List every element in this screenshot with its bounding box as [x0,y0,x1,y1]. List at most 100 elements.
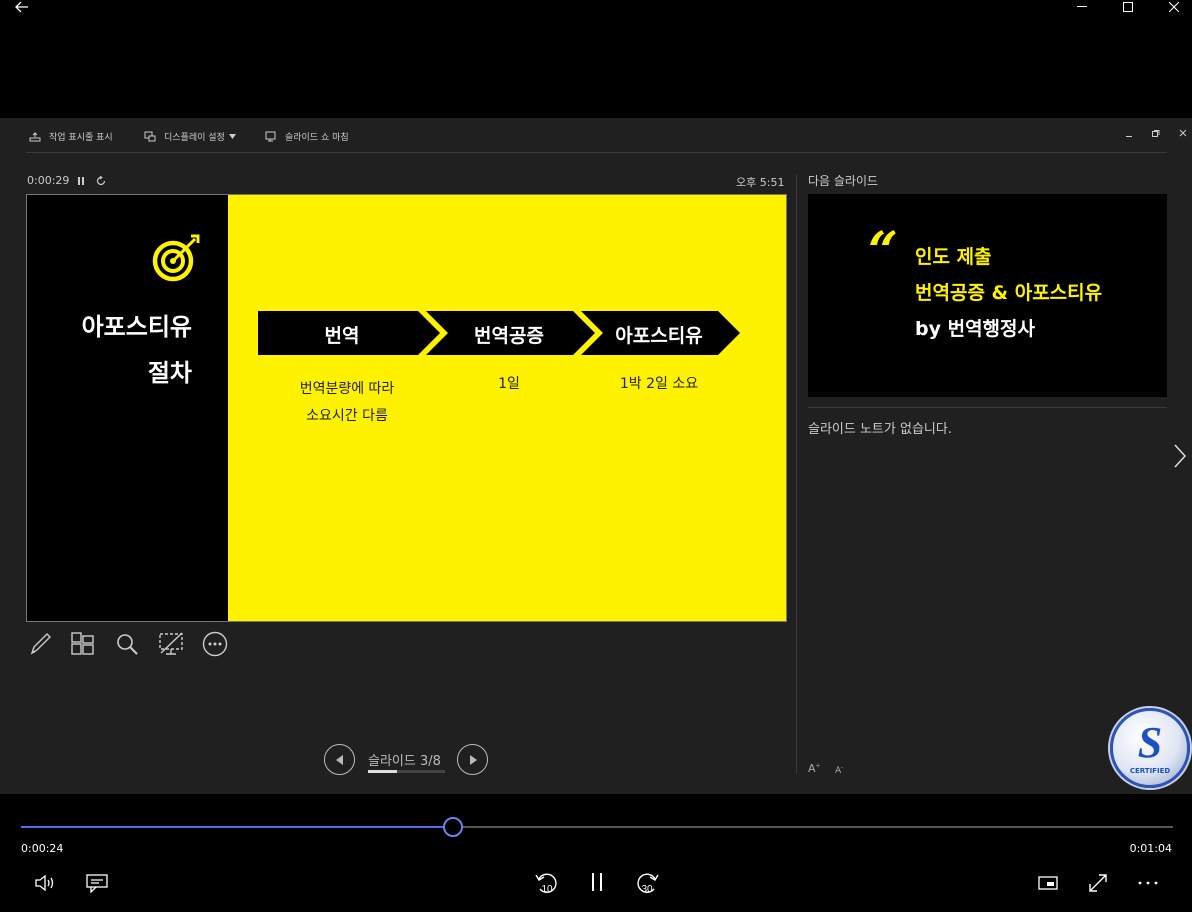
pause-icon [592,873,602,891]
notes-text: 슬라이드 노트가 없습니다. [808,422,952,437]
maximize-button[interactable] [1105,0,1151,14]
presenter-restore-button[interactable] [1152,122,1164,137]
skip-back-seconds: 10 [541,884,553,895]
overlay-next-button[interactable] [1170,440,1190,472]
slide-title-line2: 절차 [147,359,192,387]
triangle-left-icon [335,754,343,765]
toolbar-divider [26,152,1167,153]
notes-divider [808,407,1167,408]
target-icon [152,234,200,282]
back-arrow-icon [15,1,28,13]
taskbar-icon [29,131,41,143]
current-time: 0:00:24 [21,842,64,855]
black-screen-button[interactable] [157,630,185,658]
step-label-2: 번역공증 [474,325,544,347]
slide-left-panel: 아포스티유 절차 [27,195,228,621]
volume-icon [35,874,54,892]
badge-letter: S [1137,718,1163,767]
elapsed-timer: 0:00:29 [27,174,70,187]
next-slide-line2: 번역공증 & 아포스티유 [915,282,1103,304]
quote-mark: “ [868,221,898,282]
badge-text: CERTIFIED [1129,767,1171,775]
pause-icon [78,176,84,185]
seek-bar-fill [21,826,453,828]
total-time: 0:01:04 [1129,842,1172,855]
close-icon [1169,2,1179,12]
skip-forward-icon: 30 [637,873,659,895]
minimize-icon [1077,6,1087,7]
close-icon [1179,129,1187,137]
decrease-font-button[interactable]: A- [835,764,843,776]
zoom-button[interactable] [113,630,141,658]
chevron-right-icon [1174,444,1186,468]
step-desc-1-line1: 번역분량에 따라 [299,381,395,397]
previous-slide-button[interactable] [324,744,355,775]
grid-icon [71,632,94,655]
display-settings-label: 디스플레이 설정 [164,133,225,143]
triangle-right-icon [469,754,477,765]
next-slide-line3: by 번역행정사 [915,318,1036,340]
magnifier-icon [117,634,138,655]
back-button[interactable] [8,0,36,14]
volume-button[interactable] [33,871,59,895]
next-slide-preview[interactable]: “ 인도 제출 번역공증 & 아포스티유 by 번역행정사 [808,194,1167,397]
end-slideshow-button[interactable]: 슬라이드 쇼 마침 [265,130,349,143]
seek-bar[interactable] [21,826,1173,828]
next-slide-line1: 인도 제출 [915,246,992,268]
seek-thumb[interactable] [443,817,463,837]
more-icon [202,631,228,657]
slide-counter: 슬라이드 3/8 [368,754,441,769]
step-desc-3: 1박 2일 소요 [619,376,699,392]
increase-font-button[interactable]: A+ [808,762,821,775]
display-icon [144,131,156,143]
fullscreen-button[interactable] [1085,870,1111,896]
play-pause-button[interactable] [586,870,608,894]
captions-button[interactable] [84,871,110,895]
end-slideshow-label: 슬라이드 쇼 마침 [285,133,349,143]
next-slide-button[interactable] [457,744,488,775]
close-button[interactable] [1151,0,1192,14]
current-slide[interactable]: 아포스티유 절차 번역 번역공증 아포스티유 번역분량에 따라 소요시간 다름 … [26,194,787,622]
more-options-button[interactable] [201,630,229,658]
restore-icon [1152,130,1160,137]
captions-icon [86,874,108,893]
presenter-minimize-button[interactable] [1126,124,1138,137]
skip-forward-seconds: 30 [641,884,653,895]
step-label-3: 아포스티유 [615,325,703,347]
pause-timer-button[interactable] [75,174,87,187]
pen-tool-button[interactable] [26,630,54,658]
show-taskbar-label: 작업 표시줄 표시 [49,133,113,143]
show-taskbar-button[interactable]: 작업 표시줄 표시 [29,130,113,143]
presenter-close-button[interactable] [1179,122,1191,137]
pane-divider [796,174,797,774]
step-label-1: 번역 [324,325,360,347]
clock: 오후 5:51 [736,176,785,189]
minimize-icon [1126,136,1132,137]
increase-font-label: A [808,762,816,775]
presenter-view: 작업 표시줄 표시 디스플레이 설정 슬라이드 쇼 마침 0:00:29 오후 … [0,118,1192,794]
slide-progress-fill [368,770,397,773]
see-all-slides-button[interactable] [69,630,97,658]
step-desc-1: 번역분량에 따라 소요시간 다름 [267,376,427,430]
step-desc-2: 1일 [498,376,520,392]
restart-icon [96,175,106,185]
mini-view-icon [1038,876,1058,890]
media-controls: 0:00:24 0:01:04 10 30 [0,794,1192,912]
maximize-icon [1123,2,1133,12]
slide-title-line1: 아포스티유 [81,313,192,341]
skip-forward-button[interactable]: 30 [633,868,661,898]
end-show-icon [265,131,277,143]
reset-timer-button[interactable] [95,174,107,187]
ellipsis-icon [1138,881,1158,885]
next-slide-header: 다음 슬라이드 [808,174,879,188]
minimize-button[interactable] [1059,0,1105,14]
more-options-media-button[interactable] [1135,874,1161,892]
skip-back-button[interactable]: 10 [533,868,561,898]
pen-icon [30,633,51,655]
skip-back-icon: 10 [535,873,557,895]
chevron-down-icon [228,134,236,139]
display-settings-button[interactable]: 디스플레이 설정 [144,130,236,143]
fullscreen-icon [1089,874,1107,892]
step-desc-1-line2: 소요시간 다름 [306,408,388,424]
mini-view-button[interactable] [1036,872,1060,894]
